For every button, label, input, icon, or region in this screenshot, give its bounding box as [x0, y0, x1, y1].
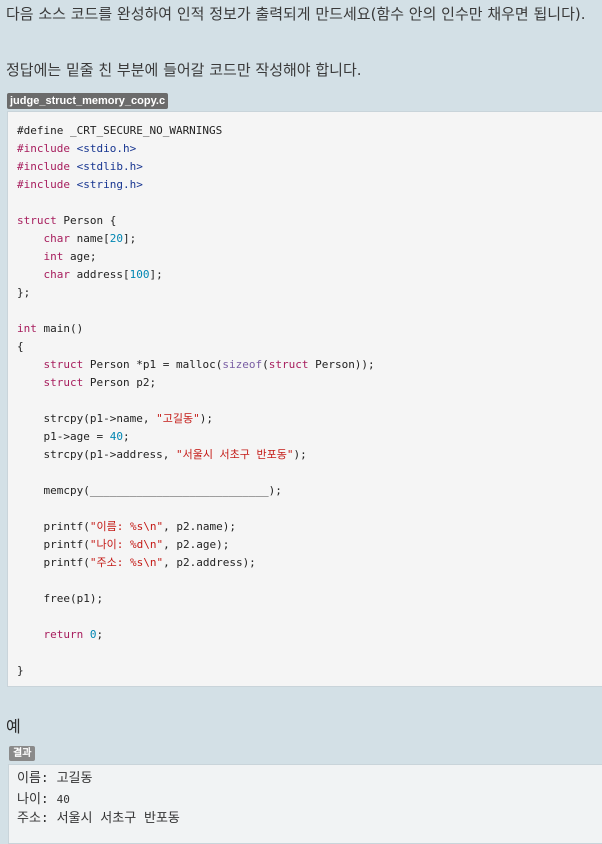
- code-line: char name[20];: [43, 232, 137, 245]
- example-heading: 예: [6, 717, 21, 736]
- answer-instruction-text: 정답에는 밑줄 친 부분에 들어갈 코드만 작성해야 합니다.: [6, 61, 362, 79]
- code-line: }: [17, 664, 24, 677]
- result-line-address: 주소: 서울시 서초구 반포동: [17, 811, 180, 826]
- code-line: printf("이름: %s\n", p2.name);: [43, 520, 236, 533]
- code-line: {: [17, 340, 24, 353]
- code-line: struct Person {: [17, 214, 117, 227]
- result-output-box: 이름: 고길동 나이: 40 주소: 서울시 서초구 반포동: [8, 764, 602, 844]
- code-line: int main(): [17, 322, 84, 335]
- code-line: #include <string.h>: [17, 178, 143, 191]
- code-line: #include <stdio.h>: [17, 142, 137, 155]
- code-line: printf("나이: %d\n", p2.age);: [43, 538, 230, 551]
- result-tag: 결과: [9, 746, 36, 761]
- code-line: struct Person *p1 = malloc(sizeof(struct…: [43, 358, 375, 371]
- code-line: char address[100];: [43, 268, 163, 281]
- code-line: printf("주소: %s\n", p2.address);: [43, 556, 256, 569]
- code-line: #define _CRT_SECURE_NO_WARNINGS: [17, 124, 223, 137]
- code-line: strcpy(p1->name, "고길동");: [43, 412, 213, 425]
- code-line: strcpy(p1->address, "서울시 서초구 반포동");: [43, 448, 307, 461]
- source-code: #define _CRT_SECURE_NO_WARNINGS #include …: [17, 122, 375, 680]
- code-filename-tag: judge_struct_memory_copy.c: [7, 93, 169, 109]
- code-line: int age;: [43, 250, 97, 263]
- code-line: };: [17, 286, 31, 299]
- code-line: p1->age = 40;: [43, 430, 130, 443]
- result-line-name: 이름: 고길동: [17, 771, 93, 786]
- code-block: #define _CRT_SECURE_NO_WARNINGS #include …: [7, 111, 602, 687]
- code-line: struct Person p2;: [43, 376, 157, 389]
- code-line: #include <stdlib.h>: [17, 160, 143, 173]
- code-line-blank-to-fill: memcpy(___________________________);: [43, 484, 282, 497]
- code-line: free(p1);: [43, 592, 104, 605]
- instruction-text: 다음 소스 코드를 완성하여 인적 정보가 출력되게 만드세요(함수 안의 인수…: [6, 5, 586, 23]
- result-line-age: 나이: 40: [17, 792, 70, 807]
- code-line: return 0;: [43, 628, 104, 641]
